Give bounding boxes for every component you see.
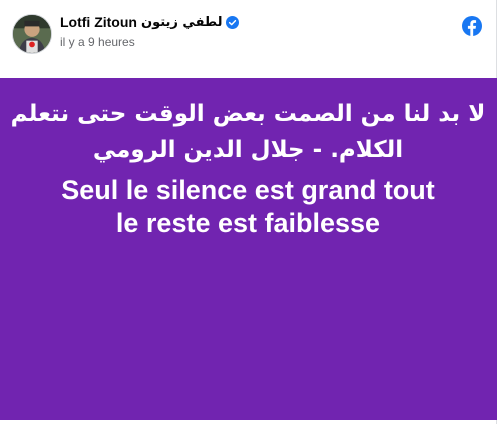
quote-french-line-1: Seul le silence est grand tout [61,175,435,205]
facebook-logo-icon[interactable] [462,16,482,36]
post-timestamp[interactable]: il y a 9 heures [60,35,135,49]
quote-arabic: لا بد لنا من الصمت بعض الوقت حتى نتعلم ا… [10,96,486,168]
quote-arabic-line-2: الكلام. - جلال الدين الرومي [92,137,404,163]
quote-french-line-2: le reste est faiblesse [115,208,381,238]
profile-photo-icon [13,15,51,53]
facebook-post: Lotfi Zitoun لطفي زيتون il y a 9 heures … [0,0,497,424]
author-row: Lotfi Zitoun لطفي زيتون [60,13,240,31]
verified-badge-icon [226,15,240,29]
avatar[interactable] [12,14,52,54]
author-name[interactable]: Lotfi Zitoun [60,14,137,30]
quote-french: Seul le silence est grand tout le reste … [10,174,486,240]
author-name-arabic[interactable]: لطفي زيتون [141,15,223,30]
post-header: Lotfi Zitoun لطفي زيتون il y a 9 heures [0,0,497,78]
quote-arabic-line-1: لا بد لنا من الصمت بعض الوقت حتى نتعلم [10,101,486,127]
